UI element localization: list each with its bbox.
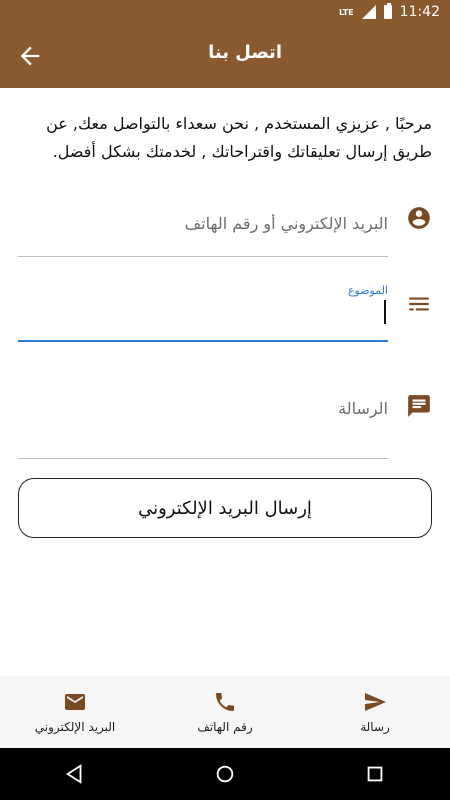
- chat-icon: [408, 395, 430, 417]
- system-navigation-bar: [0, 748, 450, 800]
- nav-item-label: رقم الهاتف: [197, 720, 253, 734]
- battery-icon: [383, 3, 392, 19]
- signal-icon: [361, 5, 376, 19]
- message-field[interactable]: [18, 385, 388, 459]
- page-title: اتصل بنا: [208, 42, 282, 63]
- notes-icon: [409, 297, 429, 311]
- intro-text: مرحبًا , عزيزي المستخدم , نحن سعداء بالت…: [46, 114, 432, 161]
- status-bar: LTE 11:42: [0, 0, 450, 24]
- subject-field[interactable]: الموضوع: [18, 282, 388, 342]
- contact-field[interactable]: [18, 200, 388, 257]
- back-arrow-icon[interactable]: [16, 42, 44, 70]
- lte-indicator: LTE: [338, 7, 354, 17]
- message-input[interactable]: [18, 393, 388, 423]
- email-icon: [65, 694, 85, 710]
- subject-input[interactable]: [18, 300, 388, 330]
- send-icon: [365, 693, 386, 711]
- app-bar: اتصل بنا: [0, 24, 450, 88]
- contact-input[interactable]: [18, 208, 388, 238]
- bottom-nav: البريد الإلكتروني رقم الهاتف رسالة: [0, 676, 450, 748]
- nav-item-label: البريد الإلكتروني: [34, 720, 116, 734]
- phone-icon: [216, 693, 234, 711]
- status-time: 11:42: [399, 4, 440, 20]
- back-nav-icon[interactable]: [64, 763, 86, 785]
- nav-item-label: رسالة: [360, 720, 390, 734]
- home-nav-icon[interactable]: [214, 763, 236, 785]
- nav-item-message[interactable]: رسالة: [300, 676, 450, 748]
- text-cursor: [384, 300, 386, 324]
- send-email-button[interactable]: إرسال البريد الإلكتروني: [18, 478, 432, 538]
- account-circle-icon: [408, 207, 430, 229]
- recents-nav-icon[interactable]: [364, 763, 386, 785]
- nav-item-email[interactable]: البريد الإلكتروني: [0, 676, 150, 748]
- nav-item-phone[interactable]: رقم الهاتف: [150, 676, 300, 748]
- subject-label: الموضوع: [347, 284, 388, 297]
